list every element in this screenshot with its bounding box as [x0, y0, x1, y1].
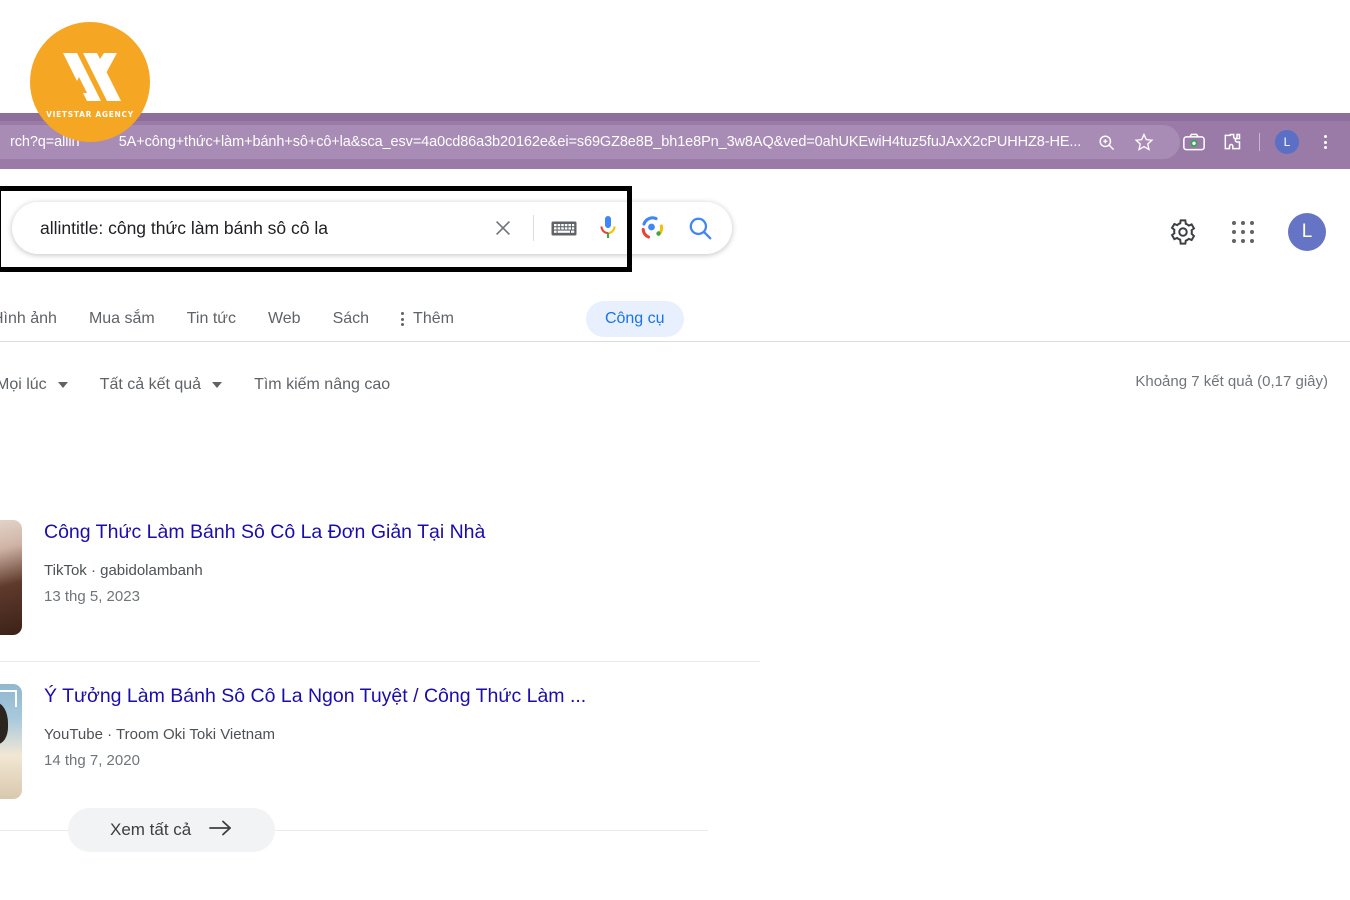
- keyboard-icon[interactable]: [542, 206, 586, 250]
- result-body: Công Thức Làm Bánh Sô Cô La Đơn Giản Tại…: [44, 520, 760, 635]
- arrow-right-icon: [209, 819, 233, 842]
- result-thumbnail[interactable]: [0, 520, 22, 635]
- result-source: TikTok · gabidolambanh: [44, 562, 203, 580]
- apps-grid-dots: [1231, 220, 1255, 244]
- browser-toolbar: rch?q=allin 5A+công+thức+làm+bánh+sô+cô+…: [0, 113, 1350, 169]
- result-stats: Khoảng 7 kết quả (0,17 giây): [1135, 373, 1328, 390]
- microphone-icon[interactable]: [586, 206, 630, 250]
- toolbar-divider: [1259, 133, 1260, 151]
- filter-all-results[interactable]: Tất cả kết quả: [84, 376, 238, 394]
- tab-tin-tuc[interactable]: Tin tức: [171, 310, 252, 328]
- avatar[interactable]: L: [1288, 213, 1326, 251]
- puzzle-icon[interactable]: [1213, 125, 1251, 159]
- browser-avatar-initial: L: [1275, 130, 1299, 154]
- browser-tabstrip-edge: [0, 113, 1350, 121]
- search-icon[interactable]: [674, 206, 726, 250]
- more-tabs-label: Thêm: [413, 310, 454, 327]
- close-icon[interactable]: [481, 206, 525, 250]
- search-vertical-tabs: Hình ảnh Mua sắm Tin tức Web Sách Thêm C…: [0, 297, 1350, 341]
- filter-advanced-search-label: Tìm kiếm nâng cao: [254, 376, 391, 393]
- search-results-list: Công Thức Làm Bánh Sô Cô La Đơn Giản Tại…: [0, 520, 760, 825]
- zoom-icon[interactable]: [1087, 125, 1125, 159]
- filter-time[interactable]: Mọi lúc: [0, 376, 84, 394]
- google-search-header: allintitle: công thức làm bánh sô cô la: [0, 169, 1350, 342]
- more-tabs-button[interactable]: Thêm: [385, 310, 470, 328]
- table-row[interactable]: Công Thức Làm Bánh Sô Cô La Đơn Giản Tại…: [0, 520, 760, 653]
- gear-icon[interactable]: [1168, 217, 1198, 247]
- tab-mua-sam[interactable]: Mua sắm: [73, 310, 171, 328]
- kebab-dots: [1323, 135, 1327, 149]
- tab-web[interactable]: Web: [252, 310, 317, 328]
- result-title-link[interactable]: Ý Tưởng Làm Bánh Sô Cô La Ngon Tuyệt / C…: [44, 684, 760, 709]
- search-input[interactable]: allintitle: công thức làm bánh sô cô la: [12, 218, 481, 239]
- search-box[interactable]: allintitle: công thức làm bánh sô cô la: [12, 202, 732, 254]
- kebab-menu-icon: [401, 312, 405, 326]
- see-all-button[interactable]: Xem tất cả: [68, 808, 276, 852]
- logo-caption: VIETSTAR AGENCY: [46, 110, 134, 119]
- filter-advanced-search[interactable]: Tìm kiếm nâng cao: [238, 376, 406, 394]
- google-header-actions: L: [1168, 213, 1326, 251]
- result-date: 14 thg 7, 2020: [44, 752, 140, 770]
- apps-grid-icon[interactable]: [1228, 217, 1258, 247]
- address-bar[interactable]: rch?q=allin 5A+công+thức+làm+bánh+sô+cô+…: [0, 125, 1180, 159]
- chevron-down-icon: [57, 382, 68, 388]
- vietstar-agency-logo: VIETSTAR AGENCY: [30, 22, 150, 142]
- chevron-down-icon: [212, 382, 223, 388]
- top-white-strip: [0, 0, 1350, 113]
- tab-sach[interactable]: Sách: [317, 310, 385, 328]
- browser-toolbar-icons: L: [1087, 125, 1344, 159]
- see-all-section: Xem tất cả: [0, 808, 708, 852]
- result-thumbnail[interactable]: [0, 684, 22, 799]
- table-row[interactable]: Ý Tưởng Làm Bánh Sô Cô La Ngon Tuyệt / C…: [0, 661, 760, 817]
- nav-bottom-divider: [0, 341, 1350, 342]
- logo-mark-icon: [57, 51, 123, 103]
- result-title-link[interactable]: Công Thức Làm Bánh Sô Cô La Đơn Giản Tại…: [44, 520, 760, 545]
- tab-hinh-anh[interactable]: Hình ảnh: [0, 310, 73, 328]
- kebab-menu-icon[interactable]: [1306, 125, 1344, 159]
- filter-all-results-label: Tất cả kết quả: [99, 376, 202, 393]
- see-all-label: Xem tất cả: [110, 820, 192, 839]
- browser-profile-avatar[interactable]: L: [1268, 125, 1306, 159]
- result-body: Ý Tưởng Làm Bánh Sô Cô La Ngon Tuyệt / C…: [44, 684, 760, 799]
- result-source: YouTube · Troom Oki Toki Vietnam: [44, 726, 275, 744]
- tools-button[interactable]: Công cụ: [585, 301, 684, 337]
- address-bar-url: rch?q=allin 5A+công+thức+làm+bánh+sô+cô+…: [10, 134, 1082, 150]
- result-date: 13 thg 5, 2023: [44, 588, 140, 606]
- filter-time-label: Mọi lúc: [0, 376, 47, 393]
- search-box-divider: [533, 215, 534, 241]
- page-root: rch?q=allin 5A+công+thức+làm+bánh+sô+cô+…: [0, 0, 1350, 900]
- camera-icon[interactable]: [1175, 125, 1213, 159]
- google-lens-icon[interactable]: [630, 206, 674, 250]
- star-icon[interactable]: [1125, 125, 1163, 159]
